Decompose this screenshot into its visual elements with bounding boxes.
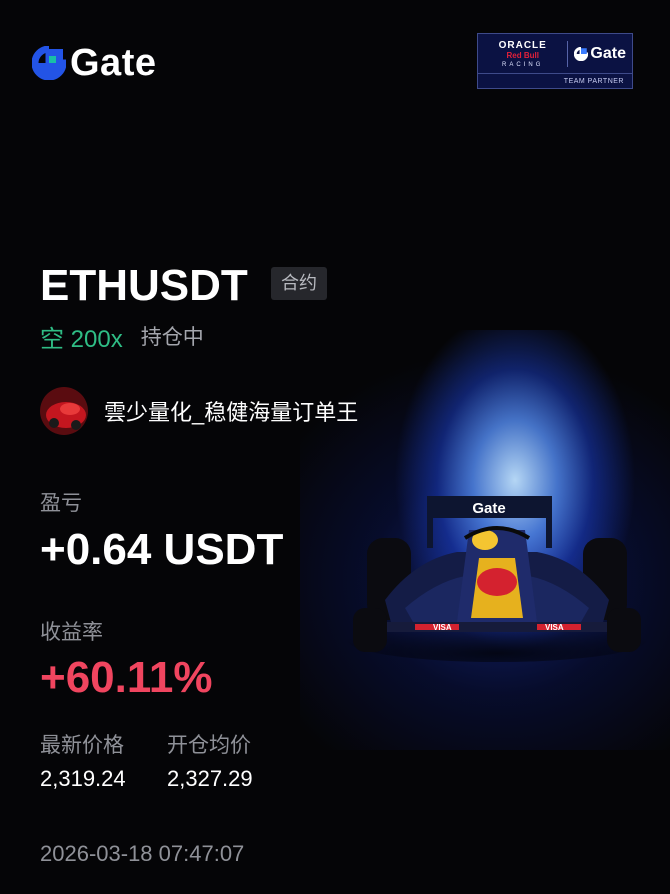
contract-tag: 合约 [271,267,327,300]
badge-caption: TEAM PARTNER [478,73,632,88]
brand-name: Gate [70,42,157,84]
svg-text:Gate: Gate [472,500,505,517]
open-price-label: 开仓均价 [167,734,251,757]
direction-leverage: 空 200x [40,325,123,353]
trading-pair: ETHUSDT [40,261,248,310]
roi-value: +60.11% [40,653,213,702]
open-price-value: 2,327.29 [167,766,253,791]
avatar [40,387,88,435]
pnl-label: 盈亏 [40,492,82,515]
latest-price-label: 最新价格 [40,734,124,757]
latest-price-value: 2,319.24 [40,766,126,791]
badge-divider [567,41,569,67]
f1-car-image: Gate VISA VISA [347,496,647,662]
svg-text:VISA: VISA [545,623,564,632]
user-row: 雲少量化_稳健海量订单王 [40,387,358,435]
pnl-value: +0.64 USDT [40,525,284,574]
gate-logo: Gate [32,44,156,82]
svg-text:VISA: VISA [433,623,452,632]
oracle-red-bull-logo: ORACLE Red Bull RACING [498,39,547,68]
gate-small-icon [574,47,589,61]
gate-logo-icon [32,46,66,80]
roi-label: 收益率 [40,621,103,644]
partner-gate-logo: Gate [574,45,626,63]
position-status: 持仓中 [140,326,204,349]
username: 雲少量化_稳健海量订单王 [104,400,359,425]
timestamp: 2026-03-18 07:47:07 [40,841,245,866]
position-direction-row: 空 200x 持仓中 [40,322,204,353]
team-partner-badge: ORACLE Red Bull RACING Gate TEAM PARTNER [477,33,633,89]
